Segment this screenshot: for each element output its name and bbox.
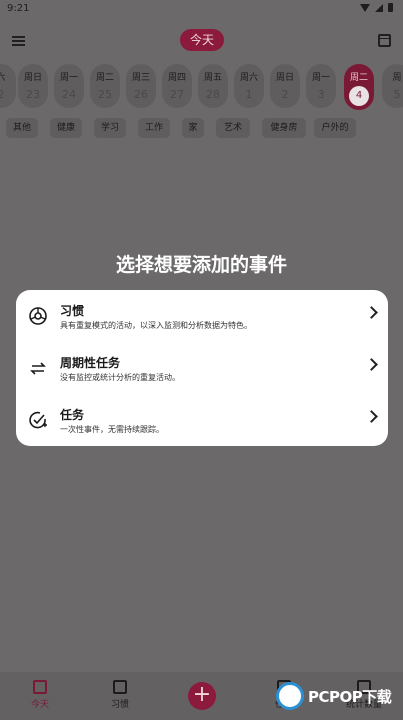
option-description: 没有监控或统计分析的重复活动。 [60, 373, 180, 382]
option-title: 周期性任务 [60, 356, 121, 370]
day-item-selected[interactable]: 周二 4 [344, 64, 374, 110]
chevron-right-icon [365, 410, 378, 423]
day-item[interactable]: 周一 3 [306, 64, 336, 108]
option-description: 一次性事件，无需持续跟踪。 [60, 425, 164, 434]
day-item[interactable]: 周一 24 [54, 64, 84, 108]
option-description: 具有重复模式的活动，以深入监测和分析数据为特色。 [60, 321, 252, 330]
nav-today[interactable]: 今天 [10, 680, 70, 710]
category-chip[interactable]: 户外的 [314, 118, 356, 138]
chevron-right-icon [365, 306, 378, 319]
day-strip: 六2 周日 23 周一 24 周二 25 周三 26 周四 27 周五 28 周六 1 周日 2… [0, 64, 403, 110]
nav-habits[interactable]: 习惯 [90, 680, 150, 710]
today-button[interactable]: 今天 [180, 29, 224, 51]
list-icon [113, 680, 127, 694]
top-bar: 今天 [0, 24, 403, 58]
battery-icon [388, 3, 393, 12]
calendar-today-icon [33, 680, 47, 694]
add-button[interactable]: + [188, 682, 216, 710]
signal-icon [375, 3, 383, 12]
day-item[interactable]: 六2 [0, 64, 16, 108]
dialog-prompt: 选择想要添加的事件 [115, 254, 287, 276]
category-chips: 其他 健康 学习 工作 家 艺术 健身房 户外的 [0, 118, 403, 140]
calendar-icon[interactable] [378, 34, 391, 47]
option-title: 习惯 [60, 304, 85, 318]
option-title: 任务 [60, 408, 85, 422]
category-chip[interactable]: 工作 [138, 118, 170, 138]
day-item[interactable]: 周三 26 [126, 64, 156, 108]
option-task[interactable]: 任务 一次性事件，无需持续跟踪。 [16, 394, 388, 446]
menu-icon[interactable] [12, 36, 25, 46]
habit-icon [28, 306, 48, 326]
category-chip[interactable]: 艺术 [216, 118, 250, 138]
event-type-sheet: 习惯 具有重复模式的活动，以深入监测和分析数据为特色。 周期性任务 没有监控或统… [16, 290, 388, 446]
status-time: 9:21 [7, 3, 30, 14]
category-chip[interactable]: 家 [182, 118, 204, 138]
wifi-icon [360, 3, 370, 12]
option-habit[interactable]: 习惯 具有重复模式的活动，以深入监测和分析数据为特色。 [16, 290, 388, 342]
status-bar: 9:21 [0, 0, 403, 18]
day-item[interactable]: 周日 23 [18, 64, 48, 108]
category-chip[interactable]: 学习 [94, 118, 126, 138]
chevron-right-icon [365, 358, 378, 371]
task-check-icon [28, 410, 48, 430]
category-chip[interactable]: 其他 [6, 118, 38, 138]
watermark: PCPOP下载 [274, 680, 402, 716]
repeat-icon [28, 358, 48, 378]
category-chip[interactable]: 健康 [50, 118, 82, 138]
day-item[interactable]: 周六 1 [234, 64, 264, 108]
category-chip[interactable]: 健身房 [262, 118, 306, 138]
watermark-logo-icon [276, 682, 304, 710]
watermark-text: PCPOP下载 [308, 688, 392, 706]
status-icons [360, 3, 393, 12]
day-item[interactable]: 周二 25 [90, 64, 120, 108]
day-item[interactable]: 周5 [382, 64, 403, 108]
day-item[interactable]: 周日 2 [270, 64, 300, 108]
option-periodic-task[interactable]: 周期性任务 没有监控或统计分析的重复活动。 [16, 342, 388, 394]
day-item[interactable]: 周五 28 [198, 64, 228, 108]
day-item[interactable]: 周四 27 [162, 64, 192, 108]
